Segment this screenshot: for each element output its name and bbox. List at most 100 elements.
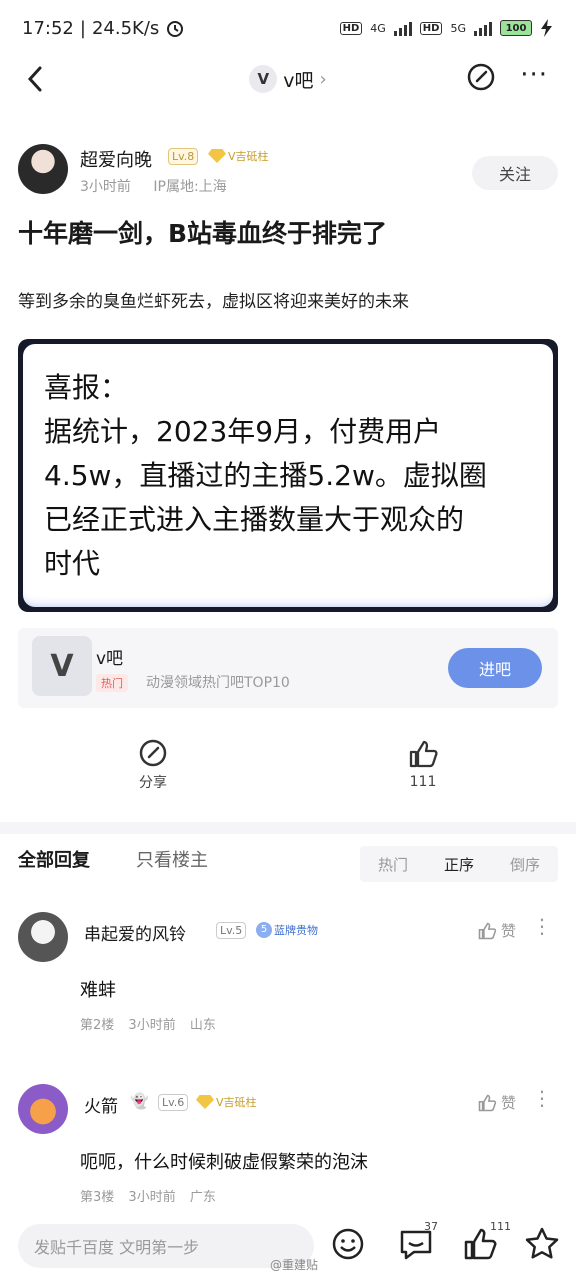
follow-button[interactable]: 关注: [472, 156, 558, 190]
post-image[interactable]: 喜报： 据统计，2023年9月，付费用户 4.5w，直播过的主播5.2w。虚拟圈…: [18, 339, 558, 612]
nav-bar: V v吧 › ···: [0, 56, 576, 102]
author-name[interactable]: 超爱向晚: [80, 146, 152, 172]
sort-hot[interactable]: 热门: [378, 854, 408, 875]
post-body: 等到多余的臭鱼烂虾死去，虚拟区将迎来美好的未来: [18, 292, 409, 312]
comment-like-button[interactable]: 赞: [477, 920, 516, 941]
badge-5-icon: 5: [256, 922, 272, 938]
network-speed: 24.5K/s: [91, 17, 160, 39]
comment-like-label: 赞: [500, 1094, 516, 1112]
thumbs-up-icon: [478, 922, 497, 939]
forum-card-name: v吧: [96, 649, 124, 669]
fan-badge: V吉砥柱: [196, 1094, 257, 1110]
post-header: 超爱向晚 Lv.8 V吉砥柱 3小时前 IP属地:上海 关注: [18, 142, 558, 200]
status-bar: 17:52 | 24.5K/s HD 4G HD 5G 100: [0, 0, 576, 56]
sort-group: 热门 正序 倒序: [360, 846, 558, 882]
comment-location: 山东: [189, 1018, 216, 1033]
share-label: 分享: [139, 775, 167, 791]
comment-like-button[interactable]: 赞: [477, 1092, 516, 1113]
comment-text: 呃呃，什么时候刺破虚假繁荣的泡沫: [80, 1152, 368, 1173]
author-avatar[interactable]: [18, 144, 68, 194]
bottom-bar: 发贴千百度 文明第一步 37 111 @重建贴: [0, 1216, 576, 1280]
comment-time: 3小时前: [128, 1190, 176, 1205]
post-actions: 分享 111: [0, 738, 576, 802]
chevron-right-icon: ›: [319, 68, 327, 90]
quote-line: 4.5w，直播过的主播5.2w。虚拟圈: [44, 459, 487, 492]
share-icon: [139, 739, 167, 767]
thumbs-up-icon: [409, 740, 438, 768]
reply-tabs: 全部回复 只看楼主 热门 正序 倒序: [18, 846, 558, 882]
level-badge: Lv.6: [158, 1094, 189, 1111]
like-count: 111: [409, 774, 437, 790]
edit-icon[interactable]: [466, 62, 496, 92]
level-badge: Lv.8: [168, 148, 199, 165]
back-arrow-icon[interactable]: [20, 62, 52, 96]
commenter-avatar[interactable]: [18, 912, 68, 962]
post-title: 十年磨一剑，B站毒血终于排完了: [18, 219, 388, 248]
post-ip: IP属地:上海: [153, 179, 227, 195]
comment-location: 广东: [189, 1190, 216, 1205]
battery-icon: 100: [500, 20, 532, 36]
comment-meta: 第2楼 3小时前 山东: [80, 1014, 226, 1033]
forum-logo-icon: V: [249, 65, 278, 93]
emoji-icon[interactable]: [326, 1222, 370, 1266]
fan-badge-label: 蓝牌贵物: [274, 924, 318, 937]
post-meta: 3小时前 IP属地:上海: [80, 176, 245, 196]
comment-item: 火箭 👻 Lv.6 V吉砥柱 赞 ⋮ 呃呃，什么时候刺破虚假繁荣的泡沫 第3楼 …: [18, 1084, 558, 1214]
commenter-name[interactable]: 火箭: [84, 1092, 118, 1117]
like-button[interactable]: 111: [383, 738, 463, 790]
post-time: 3小时前: [80, 179, 131, 195]
star-icon[interactable]: [520, 1222, 564, 1266]
forum-logo-icon: V: [32, 636, 92, 696]
gem-icon: [208, 149, 226, 163]
section-divider: [0, 822, 576, 834]
status-sep: |: [79, 17, 86, 39]
signal-icon: [474, 20, 492, 36]
alarm-icon: [167, 21, 184, 37]
status-right: HD 4G HD 5G 100: [339, 19, 554, 37]
more-vertical-icon[interactable]: ⋮: [532, 916, 552, 936]
forum-card[interactable]: V v吧 热门 动漫领域热门吧TOP10 进吧: [18, 628, 558, 708]
status-left: 17:52 | 24.5K/s: [22, 18, 185, 39]
post-image-content: 喜报： 据统计，2023年9月，付费用户 4.5w，直播过的主播5.2w。虚拟圈…: [23, 344, 553, 607]
more-vertical-icon[interactable]: ⋮: [532, 1088, 552, 1108]
quote-line: 已经正式进入主播数量大于观众的: [44, 503, 465, 536]
quote-line: 据统计，2023年9月，付费用户: [44, 415, 442, 448]
hd-icon: HD: [339, 21, 363, 35]
forum-title-link[interactable]: V v吧 ›: [249, 65, 327, 93]
commenter-name[interactable]: 串起爱的风铃: [84, 920, 186, 945]
tab-all-replies[interactable]: 全部回复: [18, 846, 90, 872]
fan-badge: 5 蓝牌贵物: [256, 922, 318, 938]
more-icon[interactable]: ···: [520, 60, 548, 90]
like-count: 111: [490, 1220, 511, 1233]
comment-item: 串起爱的风铃 Lv.5 5 蓝牌贵物 赞 ⋮ 难蚌 第2楼 3小时前 山东: [18, 912, 558, 1042]
fan-badge-label: V吉砥柱: [228, 150, 269, 163]
net-type-2: 5G: [450, 21, 466, 35]
level-badge: Lv.5: [216, 922, 247, 939]
commenter-avatar[interactable]: [18, 1084, 68, 1134]
fan-badge-label: V吉砥柱: [216, 1096, 257, 1109]
comment-floor: 第3楼: [80, 1190, 115, 1205]
comment-time: 3小时前: [128, 1018, 176, 1033]
quote-line: 时代: [44, 547, 101, 580]
tab-op-only[interactable]: 只看楼主: [136, 846, 208, 872]
share-button[interactable]: 分享: [113, 738, 193, 792]
thumbs-up-icon: [478, 1094, 497, 1111]
enter-forum-button[interactable]: 进吧: [448, 648, 542, 688]
comment-count: 37: [424, 1220, 438, 1233]
forum-desc: 动漫领域热门吧TOP10: [146, 675, 290, 691]
comment-meta: 第3楼 3小时前 广东: [80, 1186, 226, 1205]
comment-like-label: 赞: [500, 922, 516, 940]
comment-text: 难蚌: [80, 980, 116, 1001]
sort-asc[interactable]: 正序: [444, 854, 474, 875]
watermark: @重建贴: [270, 1258, 319, 1272]
comment-floor: 第2楼: [80, 1018, 115, 1033]
ghost-icon: 👻: [130, 1092, 149, 1110]
fan-badge: V吉砥柱: [208, 148, 269, 164]
quote-line: 喜报：: [44, 371, 129, 404]
signal-icon: [393, 20, 412, 36]
net-type-1: 4G: [370, 21, 386, 35]
sort-desc[interactable]: 倒序: [510, 854, 540, 875]
hot-tag: 热门: [96, 674, 128, 692]
gem-icon: [196, 1095, 214, 1109]
charging-icon: [541, 19, 552, 37]
